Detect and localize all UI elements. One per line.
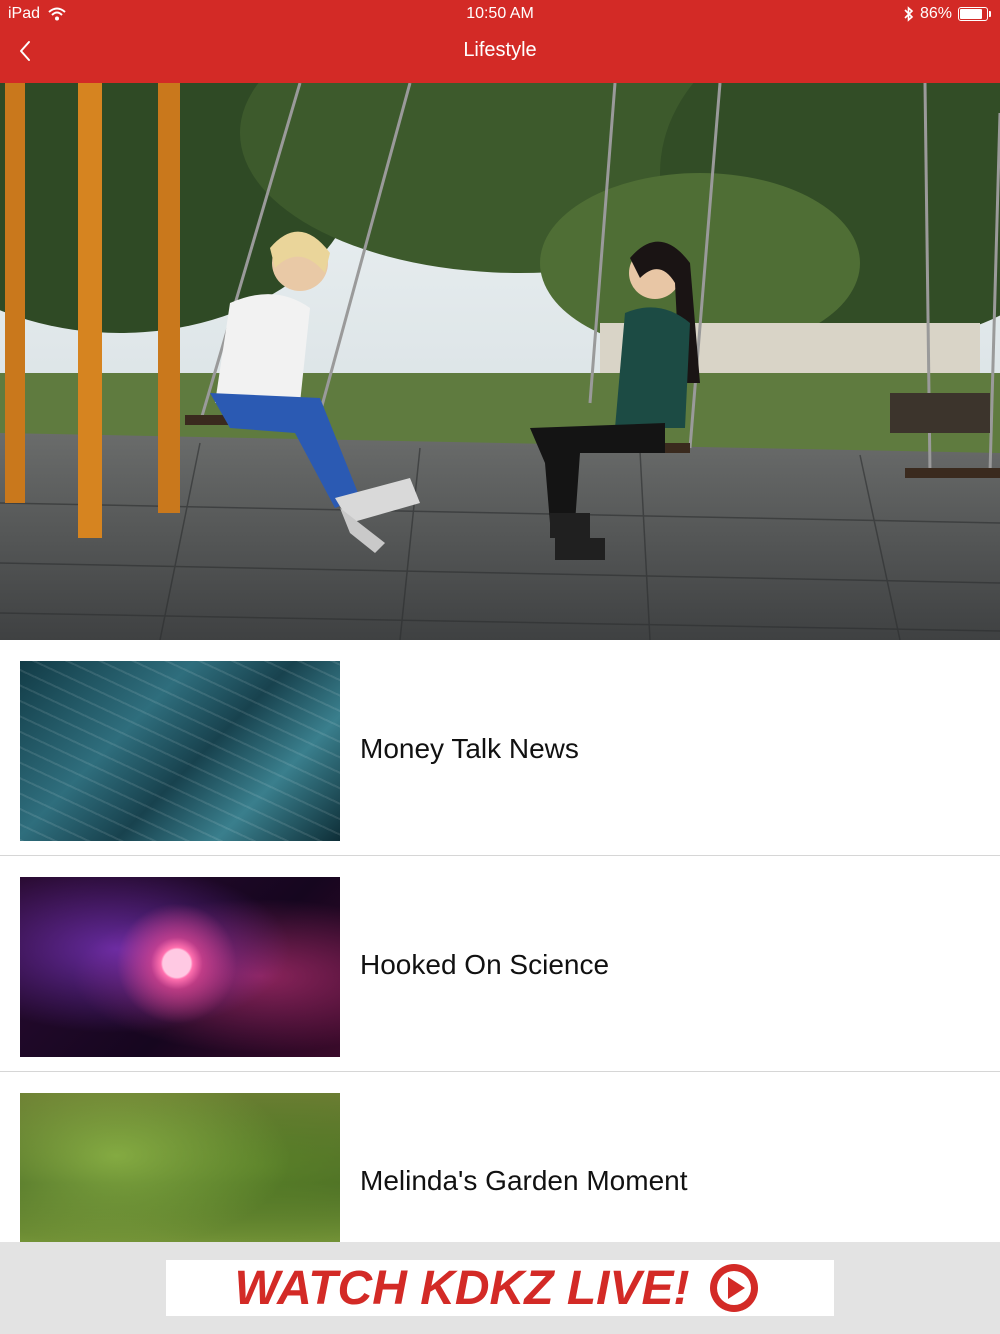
hero-photo: [0, 83, 1000, 640]
status-bar: iPad 10:50 AM 86%: [0, 0, 1000, 28]
battery-icon: [958, 7, 991, 21]
status-time: 10:50 AM: [466, 5, 534, 22]
list-item-title: Hooked On Science: [360, 949, 610, 980]
footer: WATCH KDKZ LIVE!: [0, 1242, 1000, 1334]
list-item-thumbnail: [20, 661, 340, 841]
nav-bar: Lifestyle: [0, 28, 1000, 83]
list-item[interactable]: Money Talk News: [0, 640, 1000, 856]
app: iPad 10:50 AM 86% Lifestyle Money Talk N…: [0, 0, 1000, 1334]
page-title: Lifestyle: [463, 39, 537, 61]
watch-live-text: WATCH KDKZ LIVE!: [234, 1261, 690, 1315]
hero-image[interactable]: [0, 83, 1000, 640]
list-item-thumbnail: [20, 1093, 340, 1242]
status-right: 86%: [904, 5, 991, 23]
watch-live-banner[interactable]: WATCH KDKZ LIVE!: [166, 1260, 834, 1316]
list-item-title: Melinda's Garden Moment: [360, 1165, 688, 1196]
play-circle-icon: [709, 1264, 758, 1312]
content-list: Money Talk News Hooked On Science Melind…: [0, 640, 1000, 1242]
header: iPad 10:50 AM 86% Lifestyle: [0, 0, 1000, 83]
battery-fill: [960, 9, 983, 19]
list-item-thumbnail: [20, 877, 340, 1057]
bluetooth-icon: [904, 6, 914, 22]
list-item-title: Money Talk News: [360, 733, 579, 764]
battery-percent: 86%: [919, 5, 952, 22]
list-item[interactable]: Hooked On Science: [0, 856, 1000, 1072]
list-item[interactable]: Melinda's Garden Moment: [0, 1072, 1000, 1242]
